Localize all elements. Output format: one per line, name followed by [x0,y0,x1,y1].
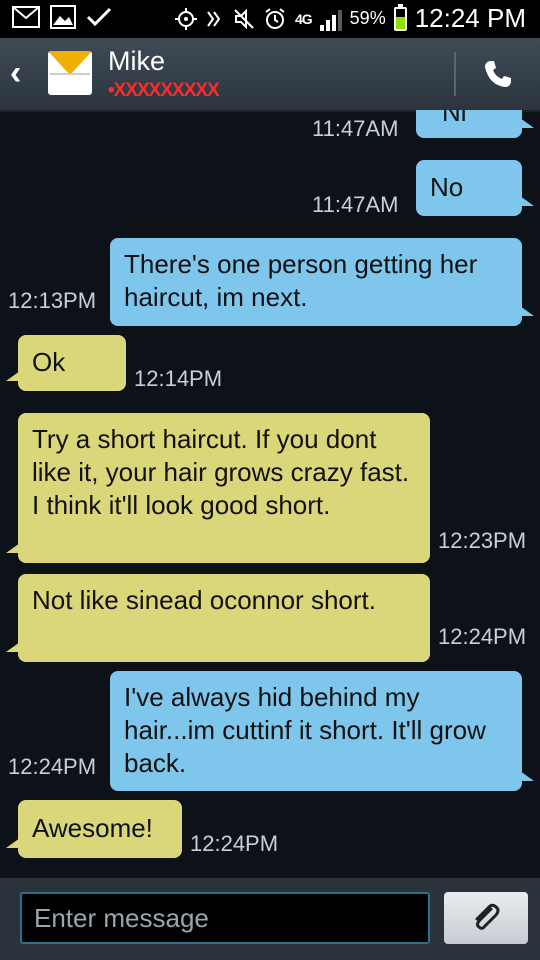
message-text: Ok [32,347,66,377]
message-timestamp: 12:23PM [438,528,527,553]
message-text: I've always hid behind my hair...im cutt… [124,682,486,778]
message-timestamp: 12:24PM [190,831,279,856]
paperclip-icon [475,903,500,930]
message-timestamp: 12:24PM [8,754,97,779]
conversation-header: ‹ Mike •XXXXXXXXX [0,38,540,112]
status-right: 4G 59% 12:24 PM [174,3,526,34]
message-bubble-outgoing[interactable]: No [416,160,534,216]
image-icon [50,5,76,29]
4g-icon: 4G [294,10,313,27]
composer-bar: Enter message [0,878,540,960]
message-timestamp: 12:13PM [8,288,97,313]
battery-percent: 59% [349,8,386,28]
silent-icon [234,8,254,29]
back-chevron-icon[interactable]: ‹ [10,54,21,93]
mail-icon [12,6,40,28]
status-bar: 4G 59% 12:24 PM [0,0,540,38]
message-text: Try a short haircut. If you dont like it… [32,424,410,520]
header-divider [454,52,456,96]
message-text: Awesome! [32,813,153,843]
message-bubble-outgoing[interactable]: I've always hid behind my hair...im cutt… [110,671,534,791]
attach-button[interactable] [444,892,528,944]
message-timestamp: 11:47AM [312,116,399,141]
message-bubble-outgoing[interactable]: There's one person getting her haircut, … [110,238,534,326]
message-thread[interactable]: Ni 11:47AM No 11:47AM There's one person… [0,110,540,878]
gps-icon [174,7,197,30]
alarm-icon [265,7,285,29]
check-icon [86,7,112,27]
phone-icon [485,61,511,87]
message-timestamp: 12:14PM [134,366,223,391]
message-timestamp: 12:24PM [438,624,527,649]
message-bubble-incoming[interactable]: Ok [6,335,126,391]
vibrate-icon [207,10,221,27]
envelope-icon[interactable] [48,51,92,95]
message-bubble-incoming[interactable]: Awesome! [6,800,182,858]
contact-number: •XXXXXXXXX [108,80,220,101]
contact-name: Mike [108,46,166,76]
message-input[interactable]: Enter message [20,892,430,944]
message-text: Not like sinead oconnor short. [32,585,376,615]
battery-icon [393,3,407,31]
message-text: Ni [442,110,467,127]
clock: 12:24 PM [414,3,526,33]
message-bubble-outgoing[interactable]: Ni [416,110,534,138]
signal-icon [319,7,342,31]
message-text: No [430,172,464,202]
notification-icons [12,5,112,29]
message-text: There's one person getting her haircut, … [124,249,478,312]
message-bubble-incoming[interactable]: Not like sinead oconnor short. [6,574,430,662]
message-timestamp: 11:47AM [312,192,399,217]
message-bubble-incoming[interactable]: Try a short haircut. If you dont like it… [6,413,430,563]
call-button[interactable] [478,54,518,94]
